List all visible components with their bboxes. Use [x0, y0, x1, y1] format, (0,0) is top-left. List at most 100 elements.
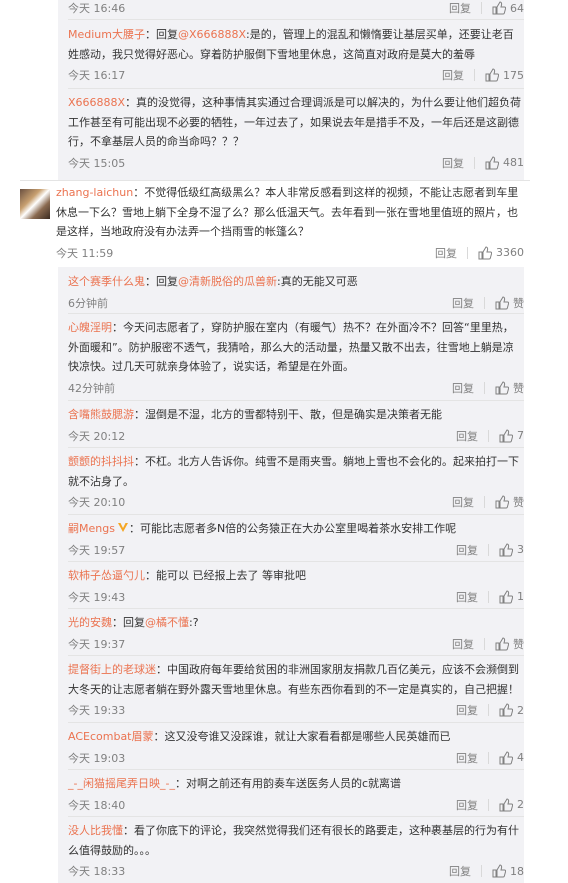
mention-link[interactable]: @X666888X: [178, 28, 246, 41]
divider: [467, 246, 468, 259]
divider: [484, 381, 485, 394]
divider: [488, 704, 489, 716]
username-link[interactable]: zhang-laichun: [56, 186, 133, 199]
username-link[interactable]: 颤颤的抖抖抖: [68, 455, 134, 468]
thumbs-up-icon[interactable]: [495, 495, 509, 509]
divider: [488, 751, 489, 764]
timestamp: 今天 19:37: [68, 637, 126, 651]
thumbs-up-icon[interactable]: [478, 245, 492, 260]
like-count: 赞: [513, 637, 524, 651]
list-item: 软柿子怂逼勺儿：能可以 已经报上去了 等审批吧 今天 19:43 回复 1: [68, 566, 524, 604]
comment-actions: 回复 赞: [452, 494, 524, 510]
thumbs-up-icon[interactable]: [492, 1, 506, 15]
divider: [488, 590, 489, 603]
divider: [488, 798, 489, 811]
divider: [68, 400, 524, 401]
thumbs-up-icon[interactable]: [499, 703, 513, 717]
comment-actions: 回复 3: [456, 542, 524, 558]
username-link[interactable]: 光的安魏: [68, 616, 112, 629]
reply-button[interactable]: 回复: [442, 155, 464, 171]
divider: [484, 637, 485, 650]
like-count: 赞: [513, 496, 524, 509]
reply-button[interactable]: 回复: [452, 636, 474, 652]
like-count: 2: [517, 798, 524, 811]
divider: [484, 496, 485, 508]
username-link[interactable]: 提督街上的老球迷: [68, 663, 156, 676]
reply-button[interactable]: 回复: [456, 750, 478, 766]
username-link[interactable]: 没人比我懂: [68, 824, 123, 837]
username-link[interactable]: 心魄淫明: [68, 321, 112, 334]
comment-meta: 6分钟前 回复 赞: [68, 292, 524, 310]
list-item: 心魄淫明：今天问志愿者了，穿防护服在室内（有暖气）热不？在外面冷不？回答“里里热…: [68, 318, 524, 395]
like-count: 18: [510, 864, 524, 878]
list-item: 含嘴熊鼓腮游：湿倒是不湿，北方的雪都特别干、散，但是确实是决策者无能 今天 20…: [68, 405, 524, 443]
divider: [68, 655, 524, 656]
list-item: 今天 16:46 回复 64: [68, 0, 524, 15]
list-item: ACEcombat眉蒙：这又没夸谁又没踩谁，就让大家看看都是哪些人民英雄而已 今…: [68, 727, 524, 765]
timestamp: 6分钟前: [68, 296, 108, 310]
username-link[interactable]: 含嘴熊鼓腮游: [68, 408, 134, 421]
reply-button[interactable]: 回复: [449, 0, 471, 16]
thumbs-up-icon[interactable]: [499, 428, 513, 443]
thumbs-up-icon[interactable]: [499, 797, 513, 812]
thumbs-up-icon[interactable]: [492, 864, 506, 878]
divider: [474, 156, 475, 169]
username-link[interactable]: _-_闲猫摇尾弄日映_-_: [68, 777, 175, 790]
thumbs-up-icon[interactable]: [495, 636, 509, 651]
reply-button[interactable]: 回复: [449, 863, 471, 879]
list-item: 提督街上的老球迷：中国政府每年要给贫困的非洲国家朋友捐款几百亿美元，应该不会濒倒…: [68, 660, 524, 717]
thumbs-up-icon[interactable]: [499, 589, 513, 604]
thumbs-up-icon[interactable]: [495, 380, 509, 395]
timestamp: 今天 18:33: [68, 865, 126, 878]
username-link[interactable]: 这个赛季什么鬼: [68, 275, 145, 288]
reply-button[interactable]: 回复: [456, 702, 478, 718]
username-link[interactable]: 嗣Mengs: [68, 522, 115, 535]
list-item: 颤颤的抖抖抖：不杠。北方人告诉你。纯雪不是雨夹雪。躺地上雪也不会化的。起来拍打一…: [68, 452, 524, 509]
like-count: 64: [510, 1, 524, 15]
divider: [68, 514, 524, 515]
divider: [68, 19, 524, 20]
mention-link[interactable]: @清新脱俗的瓜兽新: [178, 275, 277, 288]
thumbs-up-icon[interactable]: [485, 155, 499, 170]
reply-button[interactable]: 回复: [442, 67, 464, 83]
username-link[interactable]: 软柿子怂逼勺儿: [68, 569, 145, 582]
comment-actions: 回复 175: [442, 67, 524, 83]
username-link[interactable]: Medium大腰子: [68, 28, 145, 41]
reply-button[interactable]: 回复: [452, 380, 474, 396]
comment-actions: 回复 4: [456, 750, 524, 766]
comment-text: Medium大腰子：回复@X666888X:是的，管理上的混乱和懒惰要让基层买单…: [68, 28, 514, 61]
timestamp: 今天 16:46: [68, 2, 126, 15]
like-count: 3: [517, 543, 524, 556]
comment-text: 嗣Mengs ：可能比志愿者多N倍的公务猿正在大办公室里喝着茶水安排工作呢: [68, 522, 457, 535]
reply-button[interactable]: 回复: [452, 494, 474, 510]
thumbs-up-icon[interactable]: [499, 542, 513, 557]
avatar[interactable]: [20, 189, 50, 219]
timestamp: 今天 16:17: [68, 69, 126, 82]
thumbs-up-icon[interactable]: [499, 750, 513, 765]
comment-actions: 回复 3360: [435, 245, 524, 261]
mention-link[interactable]: @橘不懂: [145, 616, 189, 629]
comment-actions: 回复 2: [456, 797, 524, 813]
username-link[interactable]: ACEcombat眉蒙: [68, 730, 154, 743]
comment-meta: 今天 20:10 回复 赞: [68, 491, 524, 509]
comment-text: 这个赛季什么鬼：回复@清新脱俗的瓜兽新:真的无能又可恶: [68, 275, 358, 288]
comment-actions: 回复 赞: [452, 636, 524, 652]
comment-actions: 回复 赞: [452, 380, 524, 396]
like-count: 7: [517, 429, 524, 442]
reply-button[interactable]: 回复: [456, 428, 478, 444]
thumbs-up-icon[interactable]: [485, 68, 499, 82]
reply-button[interactable]: 回复: [456, 797, 478, 813]
main-comment: zhang-laichun：不觉得低级红高级黑么？本人非常反感看到这样的视频，不…: [56, 183, 524, 260]
list-item: 这个赛季什么鬼：回复@清新脱俗的瓜兽新:真的无能又可恶 6分钟前 回复 赞: [68, 272, 524, 310]
reply-button[interactable]: 回复: [452, 295, 474, 311]
timestamp: 今天 19:03: [68, 751, 126, 765]
reply-button[interactable]: 回复: [435, 245, 457, 261]
reply-button[interactable]: 回复: [456, 542, 478, 558]
username-link[interactable]: X666888X: [68, 96, 125, 109]
list-item: _-_闲猫摇尾弄日映_-_：对啊之前还有用韵奏车送医务人员的c就离谱 今天 18…: [68, 774, 524, 812]
comment-actions: 回复 481: [442, 155, 524, 171]
reply-button[interactable]: 回复: [456, 589, 478, 605]
comment-text: X666888X：真的没觉得，这种事情其实通过合理调派是可以解决的，为什么要让他…: [68, 96, 522, 148]
comment-meta: 今天 16:46 回复 64: [68, 0, 524, 15]
thumbs-up-icon[interactable]: [495, 295, 509, 310]
